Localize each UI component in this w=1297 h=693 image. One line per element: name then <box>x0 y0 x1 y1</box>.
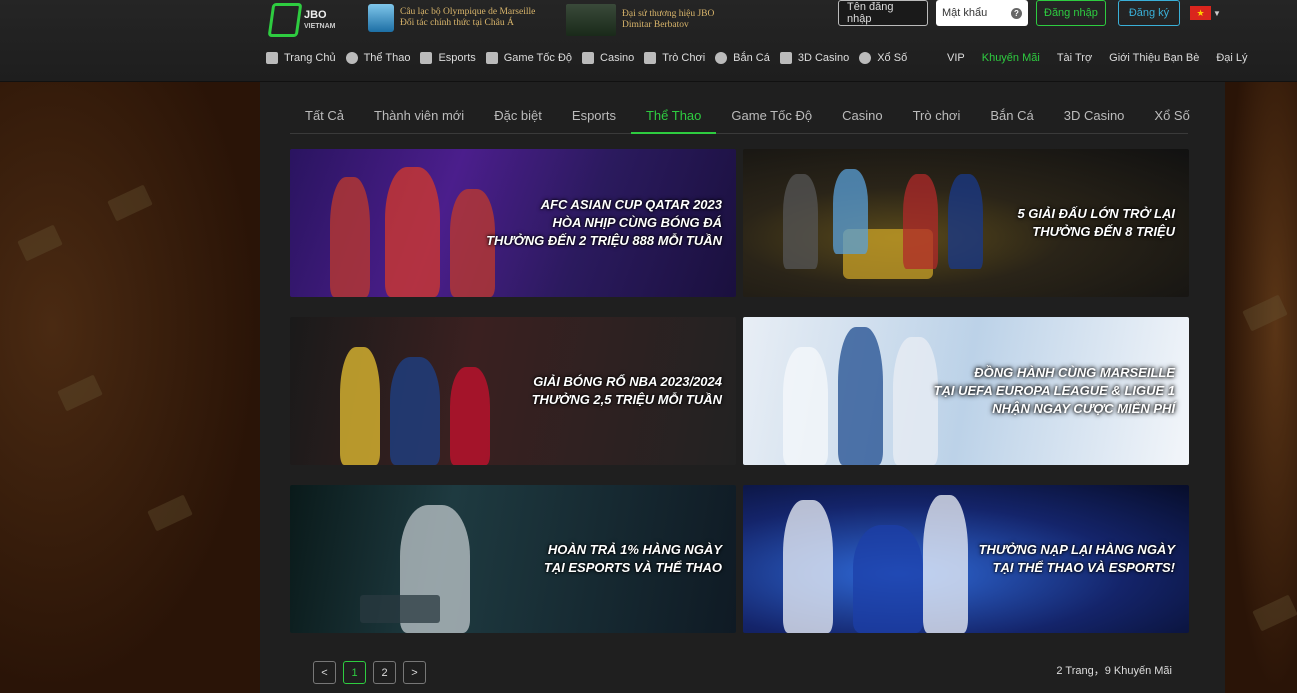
background-decoration-right <box>1225 82 1297 693</box>
tab-special[interactable]: Đặc biệt <box>479 106 557 134</box>
nav-item-esports[interactable]: Esports <box>420 52 476 64</box>
partner-line1: Câu lạc bộ Olympique de Marseille <box>400 7 536 17</box>
tab-lottery[interactable]: Xổ Số <box>1139 106 1204 134</box>
partner-line2: Đối tác chính thức tại Châu Á <box>400 18 514 28</box>
slot-icon <box>644 52 657 64</box>
tab-speed-game[interactable]: Game Tốc Độ <box>716 106 827 134</box>
background-decoration-left <box>0 82 260 693</box>
nav-item-3d-casino[interactable]: 3D Casino <box>779 52 849 64</box>
register-button[interactable]: Đăng ký <box>1117 0 1181 26</box>
main-nav: Trang Chủ Thể Thao Esports Game Tốc Độ C… <box>266 52 907 64</box>
home-icon <box>266 52 278 64</box>
banner-caption: ĐỒNG HÀNH CÙNG MARSEILLE TẠI UEFA EUROPA… <box>933 365 1175 416</box>
page-1-button[interactable]: 1 <box>343 661 366 684</box>
nav-promotions[interactable]: Khuyến Mãi <box>982 52 1040 64</box>
gamepad-icon <box>420 52 433 64</box>
logo-name: JBO <box>304 9 327 21</box>
banner-caption: HOÀN TRẢ 1% HÀNG NGÀY TẠI ESPORTS VÀ THỂ… <box>543 542 722 575</box>
ambassador-line2: Dimitar Berbatov <box>622 20 689 30</box>
nav-item-speed-game[interactable]: Game Tốc Độ <box>485 52 572 64</box>
tab-sports[interactable]: Thể Thao <box>630 106 717 134</box>
nav-item-home[interactable]: Trang Chủ <box>266 52 336 64</box>
banner-caption: AFC ASIAN CUP QATAR 2023 HÒA NHỊP CÙNG B… <box>486 197 722 248</box>
tab-all[interactable]: Tất Cả <box>290 106 359 134</box>
promo-tabs: Tất Cả Thành viên mới Đặc biệt Esports T… <box>290 106 1190 134</box>
nav-item-sports[interactable]: Thể Thao <box>345 52 410 64</box>
chevron-down-icon[interactable]: ▼ <box>1213 9 1221 18</box>
tab-games[interactable]: Trò chơi <box>898 106 976 134</box>
next-page-button[interactable]: > <box>403 661 426 684</box>
partner-marseille[interactable]: Câu lạc bộ Olympique de Marseille Đối tá… <box>368 4 535 32</box>
password-placeholder: Mật khẩu <box>942 7 988 19</box>
promo-banner-reload[interactable]: THƯỞNG NẠP LẠI HÀNG NGÀY TẠI THỂ THAO VÀ… <box>743 485 1189 633</box>
nav-item-casino[interactable]: Casino <box>582 52 634 64</box>
nav-item-lottery[interactable]: Xổ Số <box>859 52 907 64</box>
nav-item-fishing[interactable]: Bắn Cá <box>715 52 770 64</box>
tab-new-members[interactable]: Thành viên mới <box>359 106 479 134</box>
site-logo[interactable]: JBO VIETNAM <box>267 2 354 38</box>
banner-caption: GIẢI BÓNG RỔ NBA 2023/2024 THƯỞNG 2,5 TR… <box>531 374 722 407</box>
fish-icon <box>715 52 728 64</box>
nav-vip[interactable]: VIP <box>947 52 965 64</box>
nav-referral[interactable]: Giới Thiệu Bạn Bè <box>1109 52 1199 64</box>
help-icon[interactable]: ? <box>1011 7 1022 19</box>
auth-bar: Tên đăng nhập Mật khẩu ? Đăng nhập Đăng … <box>838 0 1181 26</box>
soccer-ball-icon <box>345 52 358 64</box>
prev-page-button[interactable]: < <box>313 661 336 684</box>
secondary-nav: VIP Khuyến Mãi Tài Trợ Giới Thiệu Bạn Bè… <box>947 52 1248 64</box>
promo-banner-5-leagues[interactable]: 5 GIẢI ĐẤU LỚN TRỞ LẠI THƯỞNG ĐẾN 8 TRIỆ… <box>743 149 1189 297</box>
pagination: < 1 2 > <box>313 661 426 684</box>
ambassador-photo <box>566 4 616 36</box>
username-field[interactable]: Tên đăng nhập <box>838 0 928 26</box>
partner-ambassador[interactable]: Đại sứ thương hiệu JBO Dimitar Berbatov <box>566 4 714 36</box>
pagination-summary: 2 Trang，9 Khuyến Mãi <box>1056 665 1172 677</box>
promo-banner-marseille[interactable]: ĐỒNG HÀNH CÙNG MARSEILLE TẠI UEFA EUROPA… <box>743 317 1189 465</box>
lottery-icon <box>859 52 872 64</box>
tab-fishing[interactable]: Bắn Cá <box>975 106 1048 134</box>
speed-icon <box>485 52 498 64</box>
logo-sub: VIETNAM <box>304 23 336 30</box>
password-field[interactable]: Mật khẩu ? <box>936 0 1028 26</box>
3d-icon <box>779 52 792 64</box>
cards-icon <box>582 52 595 64</box>
promo-banner-asian-cup[interactable]: AFC ASIAN CUP QATAR 2023 HÒA NHỊP CÙNG B… <box>290 149 736 297</box>
tab-esports[interactable]: Esports <box>557 106 631 134</box>
nav-sponsorship[interactable]: Tài Trợ <box>1057 52 1092 64</box>
tab-casino[interactable]: Casino <box>827 106 897 134</box>
logo-icon <box>267 3 303 37</box>
site-header: JBO VIETNAM Câu lạc bộ Olympique de Mars… <box>0 0 1297 82</box>
login-button[interactable]: Đăng nhập <box>1036 0 1106 26</box>
banner-caption: THƯỞNG NẠP LẠI HÀNG NGÀY TẠI THỂ THAO VÀ… <box>978 542 1175 575</box>
nav-agent[interactable]: Đại Lý <box>1216 52 1247 64</box>
tab-3d-casino[interactable]: 3D Casino <box>1049 106 1140 134</box>
ambassador-line1: Đại sứ thương hiệu JBO <box>622 9 715 19</box>
marseille-crest-icon <box>368 4 394 32</box>
nav-item-games[interactable]: Trò Chơi <box>644 52 705 64</box>
promo-banner-nba[interactable]: GIẢI BÓNG RỔ NBA 2023/2024 THƯỞNG 2,5 TR… <box>290 317 736 465</box>
promo-banner-rebate[interactable]: HOÀN TRẢ 1% HÀNG NGÀY TẠI ESPORTS VÀ THỂ… <box>290 485 736 633</box>
promotions-panel: Tất Cả Thành viên mới Đặc biệt Esports T… <box>260 82 1225 693</box>
page-2-button[interactable]: 2 <box>373 661 396 684</box>
vietnam-flag-icon[interactable]: ★ <box>1190 6 1211 20</box>
banner-caption: 5 GIẢI ĐẤU LỚN TRỞ LẠI THƯỞNG ĐẾN 8 TRIỆ… <box>1017 206 1175 239</box>
